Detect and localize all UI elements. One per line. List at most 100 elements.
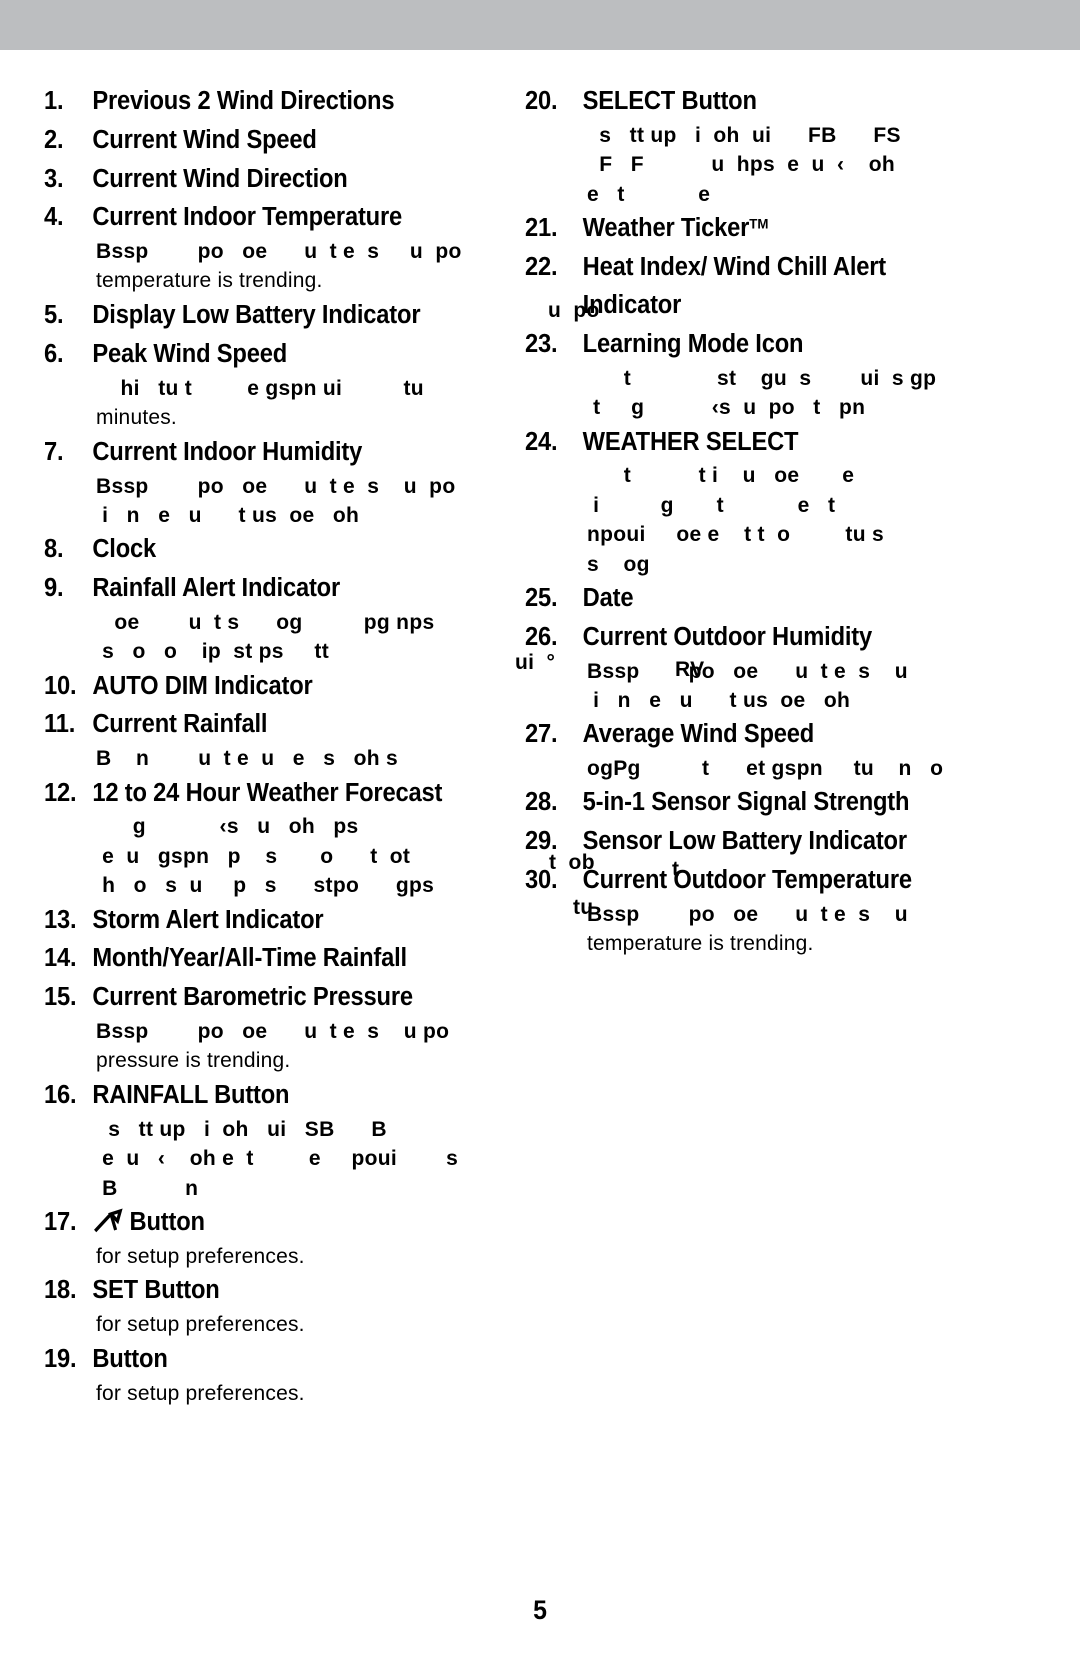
legend-entry-title-text: Storm Alert Indicator	[92, 905, 324, 934]
legend-entry-number: 21.	[525, 213, 558, 242]
legend-entry-title-text: Weather Ticker	[582, 213, 750, 242]
legend-entry-title-text: 12 to 24 Hour Weather Forecast	[92, 778, 443, 807]
legend-entry-title-text: Previous 2 Wind Directions	[92, 87, 395, 115]
legend-entry: 20. SELECT Button s tt up i oh ui FB FS F…	[525, 82, 1020, 209]
legend-entry-head: 3. Current Wind Direction	[44, 160, 481, 199]
legend-entry-number: 18.	[44, 1276, 77, 1305]
legend-entry-body: g ‹s u oh ps e u gspn p s o t ot h o s u…	[44, 812, 514, 900]
tool-button-icon	[92, 1208, 124, 1234]
legend-entry-title-text: Average Wind Speed	[582, 720, 815, 749]
legend-entry-head: 17. Button	[44, 1203, 481, 1242]
legend-entry-head: 10. AUTO DIM Indicator	[44, 667, 481, 706]
legend-entry: 2. Current Wind Speed	[44, 121, 514, 160]
legend-entry-body-line: for setup preferences.	[96, 1381, 305, 1405]
legend-entry-title-text: SET Button	[92, 1276, 220, 1305]
legend-entry-body: ogPg t et gspn tu n o	[525, 754, 1020, 783]
legend-entry-title-text: Display Low Battery Indicator	[92, 301, 421, 330]
top-gray-band	[0, 0, 1080, 50]
legend-entry-title: Button	[92, 1203, 481, 1242]
overflow-text-fragment: t	[672, 858, 680, 881]
legend-entry-title: Current Outdoor Humidity	[583, 618, 986, 657]
legend-entry-head: 25. Date	[525, 579, 985, 618]
legend-entry-number: 8.	[44, 535, 64, 564]
legend-entry-head: 16. RAINFALL Button	[44, 1076, 481, 1115]
legend-entry-title: Rainfall Alert Indicator	[92, 569, 481, 608]
overflow-text-fragment: RV	[675, 658, 705, 681]
legend-entry: 27. Average Wind Speed ogPg t et gspn tu n…	[525, 715, 1020, 783]
legend-entry: 23. Learning Mode Icon t st gu s ui s gp …	[525, 325, 1020, 423]
legend-entry-body-line: temperature is trending.	[96, 269, 323, 293]
legend-entry-body-line: s og	[587, 552, 650, 576]
legend-entry-head: 5. Display Low Battery Indicator	[44, 296, 481, 335]
legend-entry-title-text: RAINFALL Button	[92, 1080, 290, 1109]
legend-entry: 14. Month/Year/All-Time Rainfall	[44, 939, 514, 978]
legend-entry-title: 12 to 24 Hour Weather Forecast	[92, 774, 481, 813]
legend-entry-title-text: WEATHER SELECT	[582, 427, 799, 456]
legend-entry-body-line: temperature is trending.	[587, 932, 814, 956]
legend-entry-title: Storm Alert Indicator	[92, 901, 481, 940]
legend-entry-body-line: ogPg t et gspn tu n o	[587, 757, 944, 781]
legend-entry-body: t st gu s ui s gp t g ‹s u po t pn	[525, 364, 1020, 423]
legend-columns: 1. Previous 2 Wind Directions 2. Current Wi…	[0, 50, 1080, 1500]
legend-entry-body: Bssp po oe u t e s u po pressure is trend…	[44, 1017, 514, 1076]
overflow-text-fragment: tu	[573, 896, 594, 919]
legend-entry-head: 26. Current Outdoor Humidity	[525, 618, 985, 657]
legend-entry-title: AUTO DIM Indicator	[92, 667, 481, 706]
legend-entry: 19. Button for setup preferences.	[44, 1340, 514, 1409]
legend-entry-head: 1. Previous 2 Wind Directions	[44, 82, 481, 121]
legend-entry-number: 28.	[525, 788, 558, 817]
legend-entry-number: 10.	[44, 671, 77, 700]
legend-entry-body-line: for setup preferences.	[96, 1244, 305, 1268]
legend-entry-head: 27. Average Wind Speed	[525, 715, 985, 754]
legend-entry: 12. 12 to 24 Hour Weather Forecast g ‹s u…	[44, 774, 514, 901]
legend-entry-number: 17.	[44, 1207, 77, 1236]
legend-entry-number: 5.	[44, 301, 64, 330]
legend-entry-head: 2. Current Wind Speed	[44, 121, 481, 160]
legend-entry-title: Current Wind Speed	[92, 121, 481, 160]
legend-entry-title: Date	[583, 579, 986, 618]
legend-entry-title: Current Rainfall	[92, 705, 481, 744]
legend-entry-body-line: Bssp po oe u t e s u po	[96, 1019, 450, 1043]
legend-entry: 21. Weather TickerTM	[525, 209, 1020, 248]
legend-entry-number: 25.	[525, 584, 558, 613]
legend-entry-title-text: 5-in-1 Sensor Signal Strength	[582, 788, 910, 817]
legend-entry-number: 24.	[525, 427, 558, 456]
legend-entry-body-line: h o s u p s stpo gps	[96, 874, 435, 898]
legend-entry: 11. Current Rainfall B n u t e u e s oh s	[44, 705, 514, 773]
legend-entry-title-text: Clock	[92, 535, 157, 564]
overflow-text-fragment: t ob	[549, 851, 595, 874]
legend-entry-number: 2.	[44, 125, 64, 154]
legend-entry-number: 15.	[44, 983, 77, 1012]
legend-entry-body: s tt up i oh ui FB FS F F u hps e u ‹ oh…	[525, 121, 1020, 209]
legend-entry-title-text: Current Indoor Humidity	[92, 437, 363, 466]
legend-entry-title-text: Button	[129, 1207, 205, 1236]
legend-entry-title: Heat Index/ Wind Chill Alert Indicator	[583, 248, 986, 326]
legend-entry-head: 12. 12 to 24 Hour Weather Forecast	[44, 774, 481, 813]
legend-entry-title-text: Current Outdoor Temperature	[582, 865, 912, 894]
legend-entry: 9. Rainfall Alert Indicator oe u t s og p…	[44, 569, 514, 667]
legend-entry-title-text: SELECT Button	[582, 87, 757, 115]
legend-entry-body-line: i n e u t us oe oh	[96, 504, 360, 528]
legend-entry-title: WEATHER SELECT	[583, 423, 986, 462]
legend-entry-title-text: Current Indoor Temperature	[92, 203, 403, 232]
legend-entry-body: t t i u oe e i g t e t npoui oe e t t o t…	[525, 461, 1020, 579]
legend-entry-title-text: Month/Year/All-Time Rainfall	[92, 944, 407, 973]
legend-entry-title: 5-in-1 Sensor Signal Strength	[583, 783, 986, 822]
legend-entry: 4. Current Indoor Temperature Bssp po oe u…	[44, 198, 514, 296]
legend-entry-number: 20.	[525, 87, 558, 115]
legend-entry-title: Learning Mode Icon	[583, 325, 986, 364]
legend-entry: 18. SET Button for setup preferences.	[44, 1271, 514, 1340]
legend-entry-head: 15. Current Barometric Pressure	[44, 978, 481, 1017]
legend-entry-body-line: F F u hps e u ‹ oh	[587, 153, 896, 177]
legend-entry-body-line: t g ‹s u po t pn	[587, 396, 866, 420]
legend-entry-title: Peak Wind Speed	[92, 335, 481, 374]
page-number: 5	[533, 1595, 547, 1625]
legend-entry-body: Bssp po oe u t e s u po temperature is tr…	[44, 237, 514, 296]
legend-entry-body-line: i n e u t us oe oh	[587, 688, 851, 712]
legend-entry-body: Bssp po oe u t e s u po i n e u t us oe …	[44, 472, 514, 531]
overflow-text-fragment: u po	[548, 299, 600, 322]
legend-entry-number: 13.	[44, 905, 77, 934]
legend-entry: 15. Current Barometric Pressure Bssp po oe…	[44, 978, 514, 1076]
legend-entry-head: 21. Weather TickerTM	[525, 209, 985, 248]
legend-entry: 30. Current Outdoor Temperature Bssp po oe…	[525, 861, 1020, 959]
